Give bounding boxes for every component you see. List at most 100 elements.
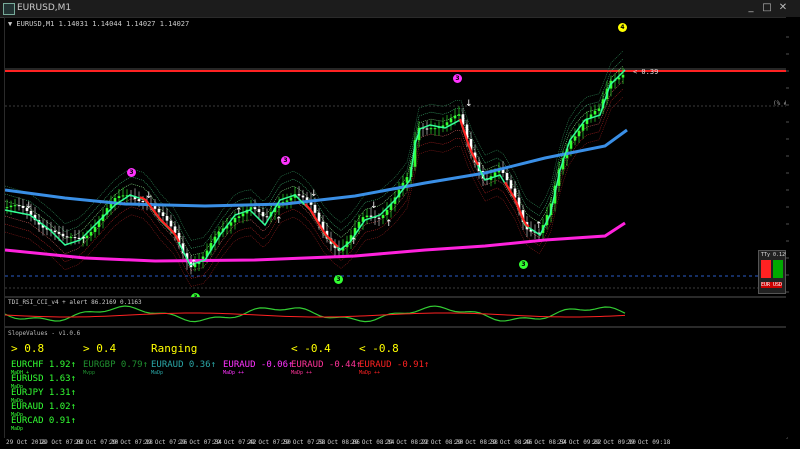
rsi-green-line <box>5 305 626 323</box>
threshold-strong-down: < -0.8 <box>359 342 399 355</box>
currency-strength-box: TTy 0.12% EUR USD <box>758 250 788 294</box>
candle-body-4 <box>21 205 25 208</box>
fast-moving-average <box>4 69 626 266</box>
candle-body-17 <box>73 237 77 239</box>
slope-values-panel: SlopeValues - v1.0.6 > 0.8 > 0.4 Ranging… <box>4 327 788 439</box>
price-chart[interactable]: ↓ ↑ ↓ ↑ ↑ ↑ ↓ ↑ ↓ ↑ ↓ ↑ ▼ EURUSD,M1 1.14031 1.14044… <box>4 17 795 302</box>
slope-pair-up: EURGBP 0.79↑ <box>83 360 149 370</box>
candle-body-94 <box>381 214 385 218</box>
candle-body-73 <box>297 194 301 196</box>
rsi-indicator-pane[interactable]: TDI_RSI_CCI_v4 + alert 86.2169 0.1163 <box>4 297 788 327</box>
slope-pair-strong-4: EURCAD 0.91↑ <box>11 416 77 426</box>
candle-body-37 <box>153 205 157 209</box>
window-titlebar: EURUSD,M1 _ □ ✕ <box>0 0 800 18</box>
signal-badge-4: 3 <box>334 275 343 284</box>
red-segment-2 <box>458 118 479 166</box>
candle-body-62 <box>253 207 257 210</box>
slope-pair-strong-3: EURAUD 1.02↑ <box>11 402 77 412</box>
slope-pair-down: EURAUD -0.44↑ <box>291 360 362 370</box>
signal-arrow-7: ↑ <box>350 237 358 247</box>
candle-body-74 <box>301 195 305 198</box>
candle-body-21 <box>89 231 93 236</box>
maximize-button[interactable]: □ <box>760 2 774 14</box>
candle-body-40 <box>165 216 169 221</box>
slope-pair-neutral-sub: MaDp ++ <box>223 370 245 376</box>
window-title: EURUSD,M1 <box>17 3 72 13</box>
signal-badge-5: 3 <box>519 260 528 269</box>
price-scale[interactable] <box>786 17 800 437</box>
strength-box-bottom: EUR USD <box>761 282 783 288</box>
slope-pair-ranging: EURAUD 0.36↑ <box>151 360 217 370</box>
signal-arrow-6: ↓ <box>310 189 318 199</box>
signal-arrow-4: ↑ <box>235 207 243 217</box>
slope-pair-strong-down-sub: MaDp ++ <box>359 370 381 376</box>
candle-body-65 <box>265 216 269 218</box>
candle-body-39 <box>161 212 165 217</box>
slope-pair-up-sub: Mvpp <box>83 370 96 376</box>
signal-arrow-5: ↑ <box>275 216 283 226</box>
candle-body-15 <box>65 236 69 238</box>
threshold-up: > 0.4 <box>83 342 117 355</box>
candle-body-1 <box>9 205 13 208</box>
slope-pair-strong-0: EURCHF 1.92↑ <box>11 360 77 370</box>
candle-body-126 <box>509 180 513 189</box>
candle-body-70 <box>285 200 289 202</box>
candle-body-143 <box>577 130 581 137</box>
strength-bar-eur <box>761 260 771 278</box>
candle-body-105 <box>425 128 429 130</box>
slope-pair-strong-4-sub: MaDp <box>11 426 24 432</box>
signal-arrow-11: ↑ <box>535 221 543 231</box>
candle-body-34 <box>141 200 145 202</box>
candles <box>5 67 625 275</box>
candle-body-95 <box>385 209 389 215</box>
candle-body-111 <box>449 118 453 123</box>
candle-body-90 <box>365 215 369 218</box>
slope-pair-down-sub: MaDp ++ <box>291 370 313 376</box>
signal-arrow-2: ↓ <box>145 191 153 201</box>
signal-arrows: ↓ ↑ ↓ ↑ ↑ ↑ ↓ ↑ ↓ ↑ ↓ ↑ <box>25 99 543 269</box>
candle-body-64 <box>261 212 265 217</box>
price-scale-ticks <box>786 36 789 293</box>
signal-arrow-8: ↓ <box>370 201 378 211</box>
candle-body-12 <box>53 230 57 233</box>
signal-arrow-9: ↑ <box>385 219 393 229</box>
envelope-bands <box>4 50 624 287</box>
red-trend-segments <box>139 118 530 248</box>
candle-body-2 <box>13 205 17 207</box>
candle-body-22 <box>93 227 97 232</box>
candle-body-71 <box>289 197 293 201</box>
candle-body-148 <box>597 108 601 111</box>
candle-body-113 <box>457 114 461 116</box>
candle-body-57 <box>233 217 237 223</box>
close-button[interactable]: ✕ <box>776 2 790 14</box>
signal-badge-1: 3 <box>281 156 290 165</box>
chart-header: ▼ EURUSD,M1 1.14031 1.14044 1.14027 1.14… <box>8 20 190 28</box>
candle-body-78 <box>317 212 321 222</box>
candle-body-41 <box>169 220 173 227</box>
candle-body-14 <box>61 233 65 237</box>
signal-arrow-0: ↓ <box>25 201 33 211</box>
candle-body-125 <box>505 173 509 181</box>
slope-panel-title: SlopeValues - v1.0.6 <box>8 330 81 337</box>
signal-badge-2: 3 <box>453 74 462 83</box>
signal-arrow-10: ↓ <box>465 99 473 109</box>
time-axis[interactable]: 29 Oct 2018 29 Oct 07:02 29 Oct 07:10 29 Oc… <box>4 438 786 449</box>
signal-arrow-3: ↑ <box>190 259 198 269</box>
candle-body-56 <box>229 222 233 226</box>
price-chart-canvas: ↓ ↑ ↓ ↑ ↑ ↑ ↓ ↑ ↓ ↑ ↓ ↑ <box>4 50 787 289</box>
time-label-18: 29 Oct 09:18 <box>627 439 671 446</box>
minimize-button[interactable]: _ <box>744 2 758 14</box>
candle-body-77 <box>313 204 317 213</box>
candle-body-106 <box>429 128 433 130</box>
candle-body-16 <box>69 237 73 239</box>
candle-body-75 <box>305 197 309 201</box>
candle-body-28 <box>117 196 121 199</box>
candle-body-63 <box>257 209 261 213</box>
candle-body-13 <box>57 232 61 234</box>
signal-badge-0: 3 <box>127 168 136 177</box>
pending-label: < 0.39 <box>633 68 659 76</box>
candle-body-107 <box>433 128 437 130</box>
signal-arrow-1: ↑ <box>80 236 88 246</box>
slope-pair-ranging-sub: MaDp <box>151 370 164 376</box>
candle-body-6 <box>29 210 33 215</box>
